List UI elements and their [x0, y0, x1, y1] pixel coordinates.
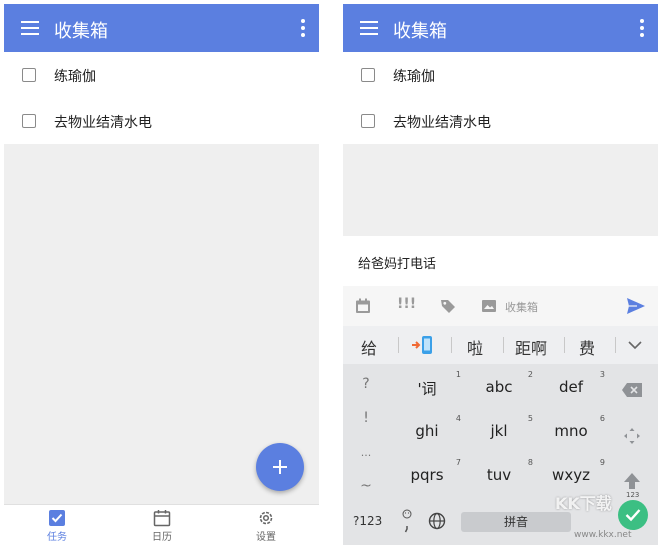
tag-icon[interactable]: [440, 298, 456, 314]
add-task-button[interactable]: [256, 443, 304, 491]
candidate-word[interactable]: 费: [579, 335, 595, 359]
send-icon[interactable]: [626, 297, 646, 315]
candidate-word[interactable]: 啦: [467, 335, 483, 359]
calendar-icon[interactable]: [355, 298, 371, 314]
task-input[interactable]: 给爸妈打电话: [343, 236, 658, 286]
calendar-icon: [153, 510, 171, 527]
task-checkbox[interactable]: [361, 68, 375, 82]
page-title: 收集箱: [393, 21, 447, 42]
key-2[interactable]: abc 2: [463, 368, 535, 408]
list-item[interactable]: 去物业结清水电: [343, 98, 658, 144]
key-4[interactable]: ghi 4: [391, 412, 463, 452]
cursor-move-icon[interactable]: [623, 427, 641, 445]
list-selector-label[interactable]: 收集箱: [505, 299, 538, 315]
list-item[interactable]: 练瑜伽: [4, 52, 319, 98]
priority-button[interactable]: !!!: [397, 296, 416, 312]
watermark-logo: KK下载: [555, 494, 612, 513]
punctuation-column: ? ! ... ~: [343, 366, 389, 506]
candidate-bar: 给 啦 距啊 费: [343, 326, 658, 364]
nav-label: 设置: [256, 532, 276, 543]
checkbox-icon: [49, 510, 65, 526]
menu-icon[interactable]: [360, 21, 378, 35]
punctuation-key[interactable]: ~: [343, 478, 389, 494]
key-8[interactable]: tuv 8: [463, 456, 535, 496]
task-checkbox[interactable]: [22, 114, 36, 128]
task-title: 去物业结清水电: [393, 115, 491, 131]
tasks-screen: 收集箱 练瑜伽 去物业结清水电 任务 日历 设置: [4, 4, 319, 545]
task-input-value: 给爸妈打电话: [358, 257, 437, 272]
page-title: 收集箱: [54, 21, 108, 42]
key-5[interactable]: jkl 5: [463, 412, 535, 452]
task-checkbox[interactable]: [361, 114, 375, 128]
more-options-icon[interactable]: [301, 19, 305, 37]
task-checkbox[interactable]: [22, 68, 36, 82]
task-title: 练瑜伽: [393, 69, 435, 85]
task-list: 练瑜伽 去物业结清水电: [343, 52, 658, 144]
nav-label: 日历: [152, 532, 172, 543]
list-item[interactable]: 去物业结清水电: [4, 98, 319, 144]
task-list: 练瑜伽 去物业结清水电: [4, 52, 319, 144]
backspace-icon[interactable]: [621, 382, 643, 398]
inbox-icon[interactable]: [481, 298, 497, 314]
more-options-icon[interactable]: [640, 19, 644, 37]
key-1[interactable]: '词 1: [391, 368, 463, 408]
punctuation-key[interactable]: ?: [343, 376, 389, 392]
nav-settings[interactable]: 设置: [236, 509, 296, 543]
app-bar: 收集箱: [4, 4, 319, 52]
check-icon: [625, 509, 641, 522]
symbol-key[interactable]: ?123: [353, 514, 382, 528]
quick-add-screen: 收集箱 练瑜伽 去物业结清水电 给爸妈打电话 !!! 收集箱 给 啦 距啊 费 …: [343, 4, 658, 545]
space-key[interactable]: 拼音: [461, 512, 571, 532]
candidate-word[interactable]: 距啊: [515, 335, 547, 359]
key-3[interactable]: def 3: [535, 368, 607, 408]
key-6[interactable]: mno 6: [535, 412, 607, 452]
punctuation-key[interactable]: ...: [343, 446, 389, 459]
app-bar: 收集箱: [343, 4, 658, 52]
punctuation-key[interactable]: !: [343, 410, 389, 426]
nav-label: 任务: [47, 532, 67, 543]
bottom-navigation: 任务 日历 设置: [4, 504, 319, 545]
candidate-word[interactable]: 给: [361, 335, 377, 359]
globe-icon[interactable]: [428, 512, 446, 530]
key-7[interactable]: pqrs 7: [391, 456, 463, 496]
phone-emoji-icon[interactable]: [411, 335, 435, 355]
shift-icon[interactable]: [623, 472, 641, 490]
shift-sub-label: 123: [626, 491, 640, 499]
task-title: 练瑜伽: [54, 69, 96, 85]
gear-icon: [259, 511, 273, 525]
nav-calendar[interactable]: 日历: [132, 509, 192, 543]
emoji-comma-icon[interactable]: [401, 509, 413, 533]
chevron-down-icon[interactable]: [628, 341, 642, 350]
nav-tasks[interactable]: 任务: [27, 509, 87, 543]
enter-key[interactable]: [618, 500, 648, 530]
menu-icon[interactable]: [21, 21, 39, 35]
watermark-url: www.kkx.net: [574, 530, 632, 540]
list-item[interactable]: 练瑜伽: [343, 52, 658, 98]
task-title: 去物业结清水电: [54, 115, 152, 131]
quick-add-toolbar: !!! 收集箱: [343, 286, 658, 326]
